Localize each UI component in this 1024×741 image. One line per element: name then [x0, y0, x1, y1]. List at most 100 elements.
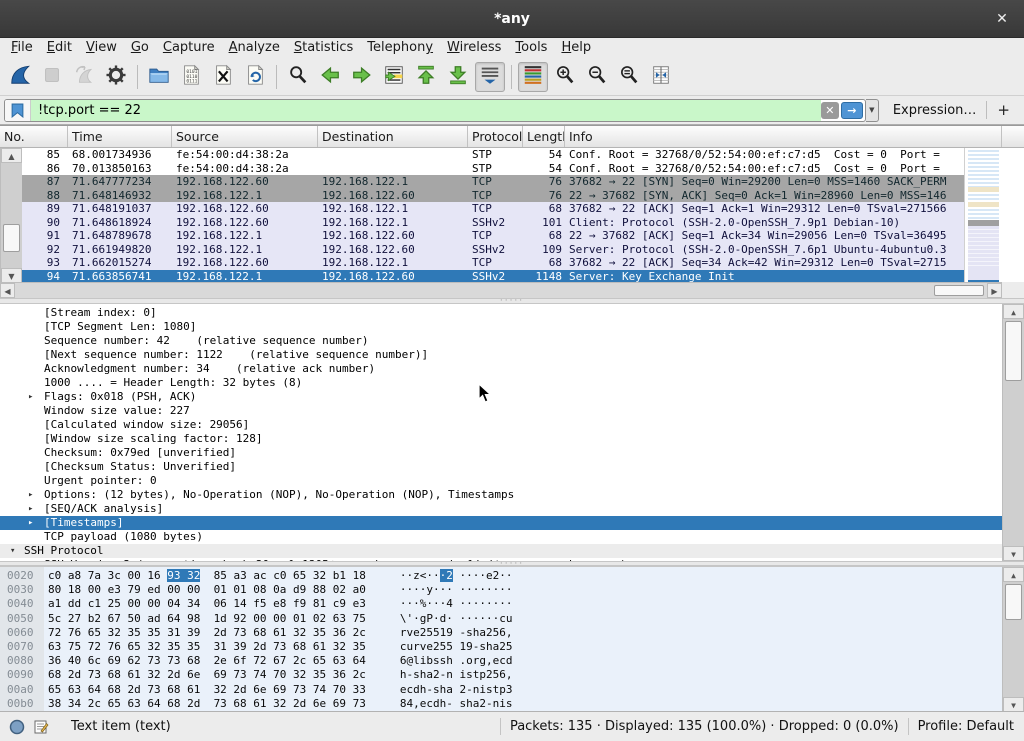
hex-ascii[interactable]: curve255 19-sha25 — [366, 640, 513, 654]
detail-line[interactable]: [Window size scaling factor: 128] — [0, 432, 1002, 446]
detail-line[interactable]: [TCP Segment Len: 1080] — [0, 320, 1002, 334]
menu-statistics[interactable]: Statistics — [287, 38, 360, 58]
go-first-packet-button[interactable] — [411, 62, 441, 92]
hex-ascii[interactable]: 84,ecdh- sha2-nis — [366, 697, 513, 711]
menu-analyze[interactable]: Analyze — [222, 38, 287, 58]
hex-row[interactable]: 0040a1 dd c1 25 00 00 04 34 06 14 f5 e8 … — [0, 597, 1002, 611]
expert-info-button[interactable] — [9, 719, 25, 735]
hex-ascii[interactable]: \'·gP·d· ······cu — [366, 612, 513, 626]
hex-bytes[interactable]: 36 40 6c 69 62 73 73 68 2e 6f 72 67 2c 6… — [44, 654, 366, 668]
hex-bytes[interactable]: 63 75 72 76 65 32 35 35 31 39 2d 73 68 6… — [44, 640, 366, 654]
menu-tools[interactable]: Tools — [508, 38, 554, 58]
expander-open-icon[interactable]: ▾ — [10, 544, 15, 558]
detail-line[interactable]: ▸SSH Version 2 (encryption:chacha20-poly… — [0, 558, 1002, 561]
find-packet-button[interactable] — [283, 62, 313, 92]
hex-ascii[interactable]: ecdh-sha 2-nistp3 — [366, 683, 513, 697]
expander-closed-icon[interactable]: ▸ — [28, 502, 33, 516]
detail-line[interactable]: Sequence number: 42 (relative sequence n… — [0, 334, 1002, 348]
hex-row[interactable]: 009068 2d 73 68 61 32 2d 6e 69 73 74 70 … — [0, 668, 1002, 682]
hex-row[interactable]: 007063 75 72 76 65 32 35 35 31 39 2d 73 … — [0, 640, 1002, 654]
display-filter-input[interactable] — [31, 100, 821, 121]
menu-telephony[interactable]: Telephony — [360, 38, 440, 58]
menu-file[interactable]: File — [4, 38, 40, 58]
hex-ascii[interactable]: rve25519 -sha256, — [366, 626, 513, 640]
close-capture-file-button[interactable] — [208, 62, 238, 92]
detail-line[interactable]: 1000 .... = Header Length: 32 bytes (8) — [0, 376, 1002, 390]
scroll-up-arrow-icon[interactable]: ▲ — [1003, 567, 1024, 582]
start-capture-button[interactable] — [5, 62, 35, 92]
packet-row[interactable]: 9071.648618924192.168.122.60192.168.122.… — [0, 216, 964, 230]
menu-capture[interactable]: Capture — [156, 38, 222, 58]
packet-row[interactable]: 8871.648146932192.168.122.1192.168.122.6… — [0, 189, 964, 203]
hex-bytes[interactable]: 65 63 64 68 2d 73 68 61 32 2d 6e 69 73 7… — [44, 683, 366, 697]
add-filter-button[interactable]: + — [987, 101, 1018, 119]
detail-line[interactable]: Acknowledgment number: 34 (relative ack … — [0, 362, 1002, 376]
scroll-left-arrow-icon[interactable]: ◀ — [0, 283, 15, 298]
hex-ascii[interactable]: h-sha2-n istp256, — [366, 668, 513, 682]
intelligent-scrollbar-minimap[interactable] — [964, 148, 1002, 283]
packet-list-horizontal-scrollbar[interactable]: ◀ ▶ — [0, 282, 1002, 298]
bytes-vertical-scrollbar[interactable]: ▲ ▼ — [1002, 567, 1024, 711]
expander-closed-icon[interactable]: ▸ — [28, 488, 33, 502]
hex-row[interactable]: 0020c0 a8 7a 3c 00 16 93 32 85 a3 ac c0 … — [0, 569, 1002, 583]
detail-line[interactable]: ▸Options: (12 bytes), No-Operation (NOP)… — [0, 488, 1002, 502]
detail-line[interactable]: ▾SSH Protocol — [0, 544, 1002, 558]
scroll-down-arrow-icon[interactable]: ▼ — [1003, 546, 1024, 561]
packet-row[interactable]: 8771.647777234192.168.122.60192.168.122.… — [0, 175, 964, 189]
detail-line[interactable]: Window size value: 227 — [0, 404, 1002, 418]
column-header-time[interactable]: Time — [68, 126, 172, 147]
menu-wireless[interactable]: Wireless — [440, 38, 508, 58]
zoom-in-button[interactable] — [550, 62, 580, 92]
hex-ascii[interactable]: 6@libssh .org,ecd — [366, 654, 513, 668]
filter-history-dropdown[interactable]: ▼ — [866, 99, 879, 122]
packet-row[interactable]: 8670.013850163fe:54:00:d4:38:2aSTP54Conf… — [0, 162, 964, 176]
hex-bytes[interactable]: 68 2d 73 68 61 32 2d 6e 69 73 74 70 32 3… — [44, 668, 366, 682]
hex-ascii[interactable]: ··z<···2 ····e2·· — [366, 569, 513, 583]
menu-help[interactable]: Help — [554, 38, 598, 58]
detail-line[interactable]: ▸[Timestamps] — [0, 516, 1002, 530]
hex-ascii[interactable]: ···%···4 ········ — [366, 597, 513, 611]
packet-row[interactable]: 8971.648191037192.168.122.60192.168.122.… — [0, 202, 964, 216]
selected-ascii[interactable]: ·2 — [440, 569, 453, 582]
resize-columns-button[interactable] — [646, 62, 676, 92]
detail-line[interactable]: [Stream index: 0] — [0, 306, 1002, 320]
column-header-destination[interactable]: Destination — [318, 126, 468, 147]
packet-row[interactable]: 9471.663856741192.168.122.1192.168.122.6… — [0, 270, 964, 284]
detail-line[interactable]: ▸[SEQ/ACK analysis] — [0, 502, 1002, 516]
scroll-down-arrow-icon[interactable]: ▼ — [1, 268, 22, 283]
selected-bytes[interactable]: 93 32 — [167, 569, 200, 582]
hex-row[interactable]: 008036 40 6c 69 62 73 73 68 2e 6f 72 67 … — [0, 654, 1002, 668]
close-window-icon[interactable]: ✕ — [992, 9, 1012, 29]
scroll-up-arrow-icon[interactable]: ▲ — [1003, 304, 1024, 319]
column-header-info[interactable]: Info — [565, 126, 1002, 147]
scrollbar-thumb[interactable] — [3, 224, 20, 252]
menu-view[interactable]: View — [79, 38, 124, 58]
packet-row[interactable]: 9271.661949820192.168.122.1192.168.122.6… — [0, 243, 964, 257]
filter-bookmark-button[interactable] — [5, 100, 31, 121]
open-capture-file-button[interactable] — [144, 62, 174, 92]
scroll-right-arrow-icon[interactable]: ▶ — [987, 283, 1002, 298]
detail-line[interactable]: ▸Flags: 0x018 (PSH, ACK) — [0, 390, 1002, 404]
scrollbar-thumb[interactable] — [1005, 321, 1022, 381]
column-header-source[interactable]: Source — [172, 126, 318, 147]
auto-scroll-live-capture-button[interactable] — [475, 62, 505, 92]
hex-bytes[interactable]: c0 a8 7a 3c 00 16 93 32 85 a3 ac c0 65 3… — [44, 569, 366, 583]
capture-comment-button[interactable] — [33, 719, 49, 735]
packet-list-vertical-scrollbar[interactable]: ▲ ▼ — [0, 148, 22, 283]
zoom-original-size-button[interactable] — [614, 62, 644, 92]
detail-line[interactable]: [Checksum Status: Unverified] — [0, 460, 1002, 474]
packet-row[interactable]: 9171.648789678192.168.122.1192.168.122.6… — [0, 229, 964, 243]
expression-button[interactable]: Expression… — [879, 103, 987, 118]
scroll-up-arrow-icon[interactable]: ▲ — [1, 148, 22, 163]
capture-options-button[interactable] — [101, 62, 131, 92]
profile-status[interactable]: Profile: Default — [918, 719, 1014, 734]
detail-line[interactable]: Urgent pointer: 0 — [0, 474, 1002, 488]
hex-bytes[interactable]: 80 18 00 e3 79 ed 00 00 01 01 08 0a d9 8… — [44, 583, 366, 597]
hex-row[interactable]: 003080 18 00 e3 79 ed 00 00 01 01 08 0a … — [0, 583, 1002, 597]
reload-capture-file-button[interactable] — [240, 62, 270, 92]
go-last-packet-button[interactable] — [443, 62, 473, 92]
hex-bytes[interactable]: 72 76 65 32 35 35 31 39 2d 73 68 61 32 3… — [44, 626, 366, 640]
save-capture-file-button[interactable]: 010101100111 — [176, 62, 206, 92]
go-to-packet-button[interactable] — [379, 62, 409, 92]
scrollbar-thumb[interactable] — [934, 285, 984, 296]
